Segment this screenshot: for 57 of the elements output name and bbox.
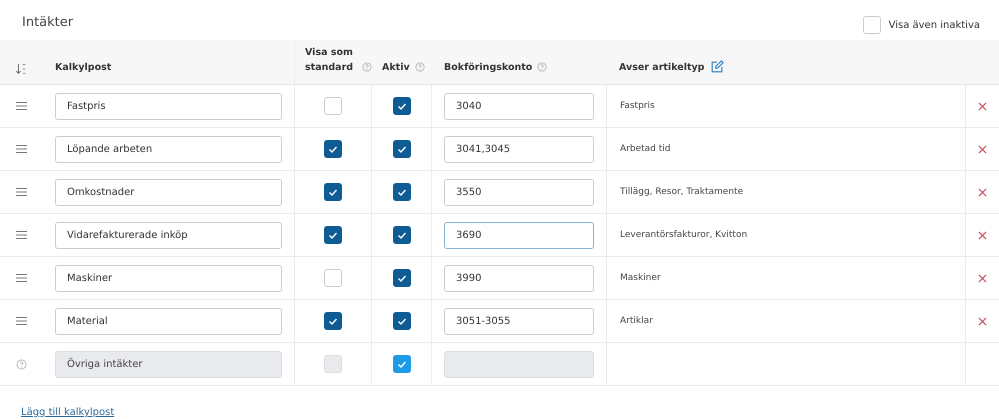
column-header: Avser artikeltyp [619,60,704,75]
section-title: Intäkter [22,14,74,30]
delete-icon[interactable] [978,274,987,282]
account-field[interactable]: 3051-3055 [444,308,594,334]
sort-icon[interactable] [15,63,27,75]
default-checkbox[interactable] [324,312,342,330]
add-item-link[interactable]: Lägg till kalkylpost [21,407,114,418]
drag-handle-icon[interactable] [16,144,26,154]
drag-handle-icon[interactable] [16,273,26,283]
delete-icon[interactable] [978,230,987,240]
item-name-field[interactable]: Omkostnader [55,178,282,206]
active-checkbox[interactable] [392,269,410,287]
edit-icon[interactable] [710,60,724,74]
delete-icon[interactable] [978,316,987,326]
default-checkbox[interactable] [324,269,342,287]
drag-handle-icon[interactable] [16,316,26,326]
column-header: Aktiv [382,60,410,75]
article-type-text: Maskiner [620,273,661,283]
active-checkbox[interactable] [392,183,410,201]
active-checkbox[interactable] [392,226,410,244]
default-checkbox[interactable] [324,97,342,115]
article-type-text: Fastpris [620,101,655,111]
account-field[interactable]: 3040 [444,92,594,120]
item-name-field[interactable]: Material [55,308,282,334]
show-inactive-label: Visa även inaktiva [888,20,980,30]
column-header: Bokföringskonto [444,60,532,75]
article-type-text: Artiklar [620,316,653,326]
item-name-field[interactable]: Vidarefakturerade inköp [55,222,282,248]
account-field[interactable]: 3690 [444,222,594,248]
item-name-field[interactable]: Maskiner [55,264,282,292]
active-checkbox[interactable] [392,355,410,373]
delete-icon[interactable] [978,144,987,154]
item-name-field[interactable]: Övriga intäkter [55,350,282,378]
article-type-text: Arbetad tid [620,144,670,154]
active-checkbox[interactable] [392,312,410,330]
column-header: Visa som standard [305,46,354,75]
delete-icon[interactable] [978,188,987,196]
help-icon[interactable] [16,358,26,370]
drag-handle-icon[interactable] [16,187,26,197]
account-field[interactable] [444,350,594,378]
item-name-field[interactable]: Löpande arbeten [55,136,282,162]
article-type-text: Leverantörsfakturor, Kvitton [620,230,748,240]
active-checkbox[interactable] [392,140,410,158]
default-checkbox[interactable] [324,183,342,201]
drag-handle-icon[interactable] [16,230,26,240]
account-field[interactable]: 3041,3045 [444,136,594,162]
default-checkbox[interactable] [324,140,342,158]
default-checkbox[interactable] [324,226,342,244]
account-field[interactable]: 3550 [444,178,594,206]
delete-icon[interactable] [978,102,987,110]
article-type-text: Tillägg, Resor, Traktamente [620,187,744,197]
active-checkbox[interactable] [392,97,410,115]
default-checkbox[interactable] [324,355,342,373]
item-name-field[interactable]: Fastpris [55,92,282,120]
account-field[interactable]: 3990 [444,264,594,292]
drag-handle-icon[interactable] [16,101,26,111]
column-header: Kalkylpost [55,60,112,75]
